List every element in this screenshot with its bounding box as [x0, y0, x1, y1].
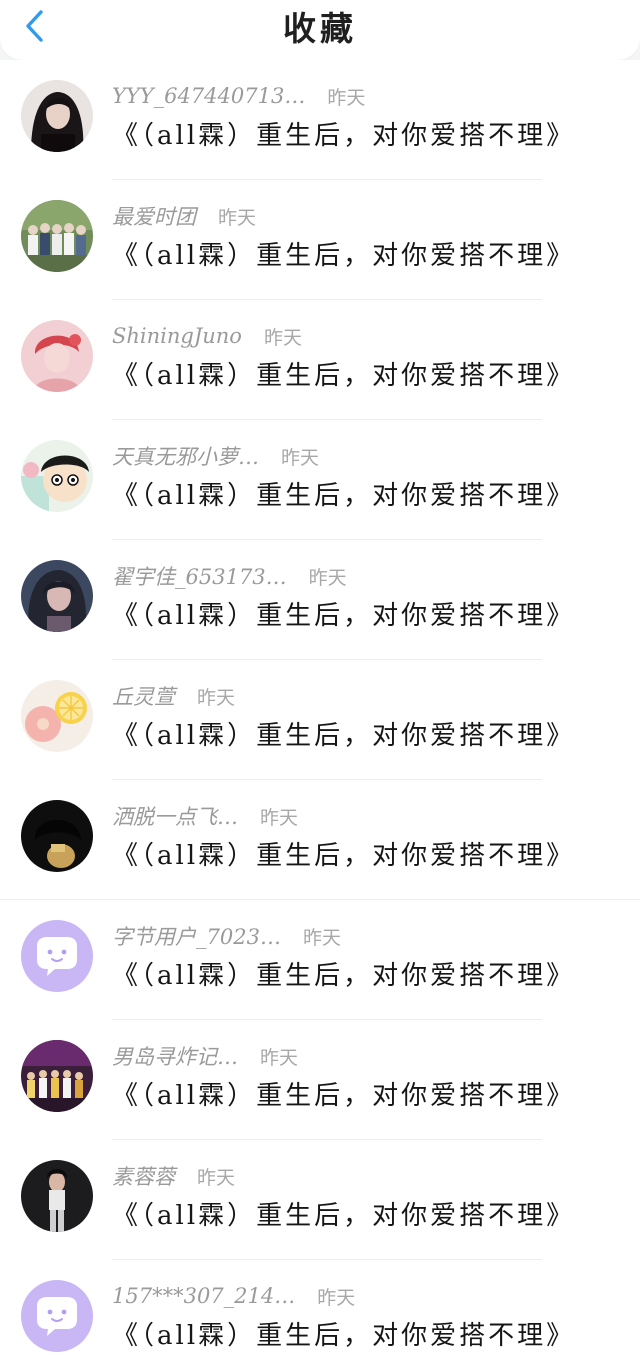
avatar[interactable] [21, 1040, 93, 1112]
avatar[interactable] [21, 560, 93, 632]
avatar[interactable] [21, 680, 93, 752]
chat-bubble-icon [21, 920, 93, 992]
item-meta: 洒脱一点飞… 昨天 [112, 801, 298, 831]
book-title[interactable]: 《（all霖）重生后，对你爱搭不理》 [112, 955, 575, 992]
item-meta: 最爱时团 昨天 [112, 201, 256, 231]
book-title[interactable]: 《（all霖）重生后，对你爱搭不理》 [112, 235, 575, 272]
avatar[interactable] [21, 1160, 93, 1232]
item-meta: 字节用户_7023… 昨天 [112, 921, 341, 951]
timestamp: 昨天 [327, 86, 366, 109]
item-meta: 丘灵萱 昨天 [112, 681, 235, 711]
timestamp: 昨天 [260, 1046, 299, 1069]
avatar[interactable] [21, 1280, 93, 1352]
book-title[interactable]: 《（all霖）重生后，对你爱搭不理》 [112, 475, 575, 512]
username[interactable]: 翟宇佳_653173… [112, 561, 287, 591]
username[interactable]: ShiningJuno [112, 324, 242, 348]
username[interactable]: YYY_647440713… [112, 84, 305, 108]
book-title[interactable]: 《（all霖）重生后，对你爱搭不理》 [112, 595, 575, 632]
chat-bubble-icon [21, 1280, 93, 1352]
list-item[interactable]: ShiningJuno 昨天 《（all霖）重生后，对你爱搭不理》 [0, 300, 640, 420]
list-item[interactable]: 洒脱一点飞… 昨天 《（all霖）重生后，对你爱搭不理》 [0, 780, 640, 900]
book-title[interactable]: 《（all霖）重生后，对你爱搭不理》 [112, 1075, 575, 1112]
list-item[interactable]: 天真无邪小萝… 昨天 《（all霖）重生后，对你爱搭不理》 [0, 420, 640, 540]
list-item[interactable]: 男岛寻炸记… 昨天 《（all霖）重生后，对你爱搭不理》 [0, 1020, 640, 1140]
list-item[interactable]: 157***307_214… 昨天 《（all霖）重生后，对你爱搭不理》 [0, 1260, 640, 1362]
book-title[interactable]: 《（all霖）重生后，对你爱搭不理》 [112, 1195, 575, 1232]
favorites-list: YYY_647440713… 昨天 《（all霖）重生后，对你爱搭不理》 最爱时… [0, 60, 640, 1362]
item-meta: ShiningJuno 昨天 [112, 321, 302, 351]
avatar[interactable] [21, 80, 93, 152]
username[interactable]: 157***307_214… [112, 1284, 295, 1308]
item-meta: 157***307_214… 昨天 [112, 1281, 355, 1311]
timestamp: 昨天 [308, 566, 347, 589]
avatar[interactable] [21, 440, 93, 512]
avatar[interactable] [21, 920, 93, 992]
list-item[interactable]: 丘灵萱 昨天 《（all霖）重生后，对你爱搭不理》 [0, 660, 640, 780]
avatar[interactable] [21, 200, 93, 272]
username[interactable]: 天真无邪小萝… [112, 441, 259, 471]
list-item[interactable]: YYY_647440713… 昨天 《（all霖）重生后，对你爱搭不理》 [0, 60, 640, 180]
item-meta: 翟宇佳_653173… 昨天 [112, 561, 347, 591]
username[interactable]: 洒脱一点飞… [112, 801, 238, 831]
username[interactable]: 字节用户_7023… [112, 921, 281, 951]
username[interactable]: 最爱时团 [112, 201, 196, 231]
item-meta: 天真无邪小萝… 昨天 [112, 441, 319, 471]
username[interactable]: 丘灵萱 [112, 681, 175, 711]
timestamp: 昨天 [302, 926, 341, 949]
book-title[interactable]: 《（all霖）重生后，对你爱搭不理》 [112, 835, 575, 872]
avatar[interactable] [21, 320, 93, 392]
timestamp: 昨天 [317, 1286, 356, 1309]
list-item[interactable]: 翟宇佳_653173… 昨天 《（all霖）重生后，对你爱搭不理》 [0, 540, 640, 660]
item-meta: YYY_647440713… 昨天 [112, 81, 365, 111]
item-meta: 素蓉蓉 昨天 [112, 1161, 235, 1191]
timestamp: 昨天 [218, 206, 257, 229]
top-bar: 收藏 [0, 0, 640, 60]
list-item[interactable]: 素蓉蓉 昨天 《（all霖）重生后，对你爱搭不理》 [0, 1140, 640, 1260]
timestamp: 昨天 [197, 1166, 236, 1189]
page-title: 收藏 [283, 9, 357, 48]
book-title[interactable]: 《（all霖）重生后，对你爱搭不理》 [112, 1315, 575, 1352]
list-item[interactable]: 最爱时团 昨天 《（all霖）重生后，对你爱搭不理》 [0, 180, 640, 300]
timestamp: 昨天 [260, 806, 299, 829]
username[interactable]: 素蓉蓉 [112, 1161, 175, 1191]
username[interactable]: 男岛寻炸记… [112, 1041, 238, 1071]
avatar[interactable] [21, 800, 93, 872]
book-title[interactable]: 《（all霖）重生后，对你爱搭不理》 [112, 355, 575, 392]
item-meta: 男岛寻炸记… 昨天 [112, 1041, 298, 1071]
timestamp: 昨天 [263, 326, 302, 349]
list-item[interactable]: 字节用户_7023… 昨天 《（all霖）重生后，对你爱搭不理》 [0, 900, 640, 1020]
timestamp: 昨天 [197, 686, 236, 709]
book-title[interactable]: 《（all霖）重生后，对你爱搭不理》 [112, 115, 575, 152]
favorites-page: 收藏 YYY_647440713… 昨天 《（all霖）重生后，对你爱搭不理》 [0, 0, 640, 1362]
book-title[interactable]: 《（all霖）重生后，对你爱搭不理》 [112, 715, 575, 752]
timestamp: 昨天 [281, 446, 320, 469]
